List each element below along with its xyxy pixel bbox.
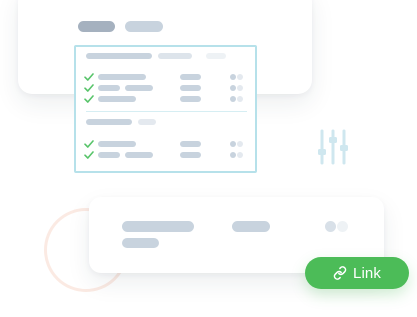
placeholder-text <box>98 74 146 80</box>
status-dot <box>230 152 236 158</box>
check-icon <box>84 140 94 148</box>
placeholder-title <box>122 221 194 232</box>
table-row[interactable] <box>76 84 255 92</box>
table-row[interactable] <box>76 140 255 148</box>
placeholder-header <box>206 53 226 59</box>
table-row[interactable] <box>76 95 255 103</box>
status-dot <box>237 152 243 158</box>
table-row[interactable] <box>76 151 255 159</box>
placeholder-tab-active <box>78 21 115 32</box>
placeholder-value <box>180 96 201 102</box>
placeholder-value <box>180 85 201 91</box>
status-dot <box>325 221 336 232</box>
placeholder-header <box>158 53 192 59</box>
table-row[interactable] <box>76 73 255 81</box>
check-icon <box>84 84 94 92</box>
placeholder-tab <box>125 21 163 32</box>
status-dot <box>237 85 243 91</box>
placeholder-text <box>98 85 120 91</box>
status-dot <box>230 96 236 102</box>
status-dot <box>237 74 243 80</box>
check-icon <box>84 73 94 81</box>
placeholder-header <box>86 53 152 59</box>
placeholder-value <box>180 152 201 158</box>
placeholder-text <box>125 85 153 91</box>
placeholder-text <box>98 96 136 102</box>
status-dot <box>337 221 348 232</box>
sliders-icon <box>318 129 348 165</box>
status-dot <box>230 74 236 80</box>
placeholder-header <box>138 119 156 125</box>
placeholder-value <box>180 141 201 147</box>
placeholder-value <box>232 221 270 232</box>
check-icon <box>84 151 94 159</box>
status-dot <box>237 141 243 147</box>
placeholder-text <box>98 152 120 158</box>
status-dot <box>230 141 236 147</box>
placeholder-title <box>122 238 159 248</box>
placeholder-text <box>125 152 153 158</box>
selected-table-panel[interactable] <box>74 45 257 173</box>
link-button-label: Link <box>353 264 381 282</box>
placeholder-value <box>180 74 201 80</box>
link-icon <box>333 266 347 280</box>
divider <box>86 111 247 112</box>
status-dot <box>230 85 236 91</box>
status-dot <box>237 96 243 102</box>
check-icon <box>84 95 94 103</box>
placeholder-text <box>98 141 136 147</box>
link-button[interactable]: Link <box>305 257 409 289</box>
placeholder-header <box>86 119 132 125</box>
